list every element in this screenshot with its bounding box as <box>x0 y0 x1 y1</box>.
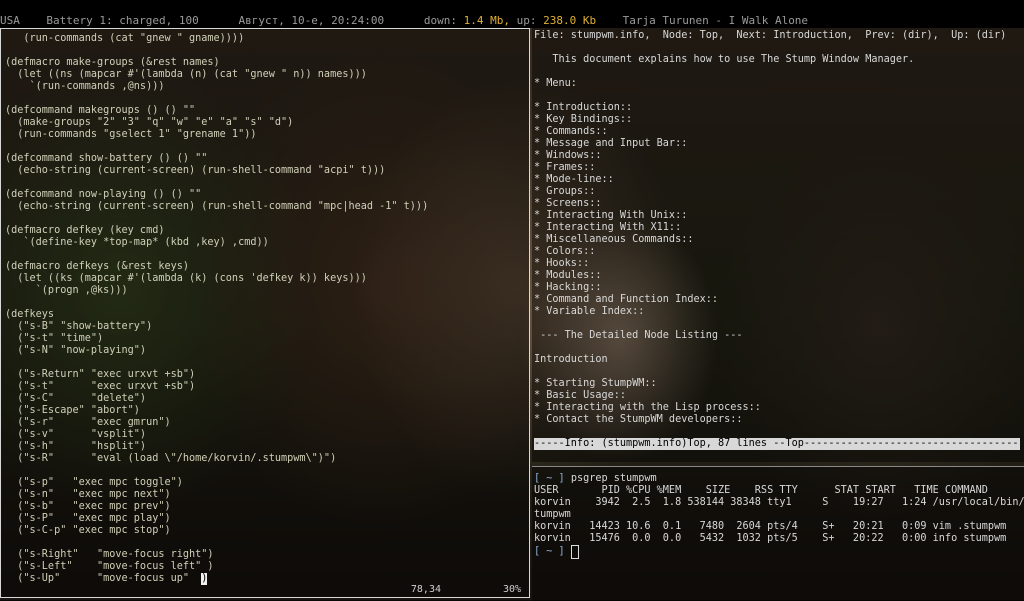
info-line: File: stumpwm.info, Node: Top, Next: Int… <box>534 30 1007 41</box>
info-menu-item[interactable]: * Windows:: <box>534 150 601 161</box>
info-menu-item[interactable]: * Basic Usage:: <box>534 390 626 401</box>
code-line: ("s-P" "exec mpc play") <box>5 513 171 524</box>
code-line: ("s-p" "exec mpc toggle") <box>5 477 183 488</box>
info-menu-item[interactable]: * Commands:: <box>534 126 608 137</box>
net-down-label: down: <box>423 14 458 27</box>
editor-status-line: 78,34 30% <box>1 583 529 597</box>
code-line: (defcommand show-battery () () "" <box>5 153 208 164</box>
code-line: (defcommand now-playing () () "" <box>5 189 202 200</box>
code-line: `(define-key *top-map* (kbd ,key) ,cmd)) <box>5 237 269 248</box>
code-line: (defmacro defkeys (&rest keys) <box>5 261 190 272</box>
info-menu-item[interactable]: * Contact the StumpWM developers:: <box>534 414 743 425</box>
info-line: --- The Detailed Node Listing --- <box>534 330 743 341</box>
battery-status: Battery 1: charged, 100 <box>46 14 199 27</box>
code-line: ("s-t" "exec urxvt +sb") <box>5 381 196 392</box>
info-menu-item[interactable]: * Hacking:: <box>534 282 601 293</box>
scroll-percent: 30% <box>502 584 521 595</box>
code-line: (defcommand makegroups () () "" <box>5 105 196 116</box>
code-line: ("s-Left" "move-focus left" ) <box>5 561 214 572</box>
code-line: ("s-B" "show-battery") <box>5 321 153 332</box>
info-menu-item[interactable]: * Screens:: <box>534 198 601 209</box>
code-line: ("s-N" "now-playing") <box>5 345 147 356</box>
shell-cursor <box>570 545 579 559</box>
info-menu-item[interactable]: * Modules:: <box>534 270 601 281</box>
shell-output-line: korvin 15476 0.0 0.0 5432 1032 pts/5 S+ … <box>534 533 1007 544</box>
info-menu-item[interactable]: * Starting StumpWM:: <box>534 378 657 389</box>
info-line: Introduction <box>534 354 608 365</box>
stumpwm-mode-line: 1 2 3 q w e a s d :: 0* urxvt 1- urxvt 2… <box>0 0 1024 14</box>
code-line: ("s-C" "delete") <box>5 393 147 404</box>
code-line: (echo-string (current-screen) (run-shell… <box>5 165 386 176</box>
now-playing: Tarja Turunen - I Walk Alone <box>622 14 809 27</box>
code-line: ("s-Right" "move-focus right") <box>5 549 214 560</box>
info-menu-item[interactable]: * Groups:: <box>534 186 595 197</box>
info-buffer[interactable]: File: stumpwm.info, Node: Top, Next: Int… <box>532 28 1024 426</box>
shell-output-line: tumpwm <box>534 509 571 520</box>
shell-output-line: USER PID %CPU %MEM SIZE RSS TTY STAT STA… <box>534 485 988 496</box>
editor-frame[interactable]: (run-commands (cat "gnew " gname)))) (de… <box>0 28 530 598</box>
info-menu-item[interactable]: * Introduction:: <box>534 102 632 113</box>
code-line: ("s-R" "eval (load \"/home/korvin/.stump… <box>5 453 337 464</box>
info-menu-item[interactable]: * Interacting With Unix:: <box>534 210 687 221</box>
info-frame[interactable]: File: stumpwm.info, Node: Top, Next: Int… <box>532 28 1024 462</box>
code-line: `(progn ,@ks))) <box>5 285 128 296</box>
code-line: ("s-h" "hsplit") <box>5 441 147 452</box>
net-down-value: 1.4 Mb, <box>463 14 511 27</box>
info-mode-line: -----Info: (stumpwm.info)Top, 87 lines -… <box>534 438 1020 450</box>
shell-command: psgrep stumpwm <box>570 473 657 484</box>
net-up-value: 238.0 Kb <box>543 14 597 27</box>
code-line: ("s-Escape" "abort") <box>5 405 140 416</box>
keyboard-layout: USA <box>0 14 20 27</box>
code-line: (run-commands "gselect 1" "grename 1")) <box>5 129 257 140</box>
cursor-position: 78,34 <box>410 584 441 595</box>
shell-output-line: korvin 14423 10.6 0.1 7480 2604 pts/4 S+… <box>534 521 1007 532</box>
shell-buffer[interactable]: [ ~ ] psgrep stumpwm USER PID %CPU %MEM … <box>532 467 1024 559</box>
datetime: Август, 10-е, 20:24:00 <box>238 14 385 27</box>
shell-prompt: [ ~ ] <box>534 546 571 557</box>
code-line: ("s-C-p" "exec mpc stop") <box>5 525 171 536</box>
info-menu-item[interactable]: * Key Bindings:: <box>534 114 632 125</box>
info-menu-item[interactable]: * Command and Function Index:: <box>534 294 718 305</box>
info-menu-item[interactable]: * Variable Index:: <box>534 306 644 317</box>
info-menu-item[interactable]: * Message and Input Bar:: <box>534 138 687 149</box>
info-menu-item[interactable]: * Miscellaneous Commands:: <box>534 234 693 245</box>
code-line: `(run-commands ,@ns))) <box>5 81 165 92</box>
info-menu-item[interactable]: * Colors:: <box>534 246 595 257</box>
info-menu-item[interactable]: * Hooks:: <box>534 258 589 269</box>
info-menu-item[interactable]: * Interacting With X11:: <box>534 222 681 233</box>
code-line: (run-commands (cat "gnew " gname)))) <box>5 33 245 44</box>
code-line: (defmacro defkey (key cmd) <box>5 225 165 236</box>
info-line: This document explains how to use The St… <box>534 54 915 65</box>
info-menu-item[interactable]: * Mode-line:: <box>534 174 614 185</box>
info-menu-item[interactable]: * Interacting with the Lisp process:: <box>534 402 761 413</box>
code-line: (defkeys <box>5 309 55 320</box>
code-line: ("s-v" "vsplit") <box>5 429 147 440</box>
code-line: (make-groups "2" "3" "q" "w" "e" "a" "s"… <box>5 117 294 128</box>
code-line: (echo-string (current-screen) (run-shell… <box>5 201 429 212</box>
code-line: ("s-Return" "exec urxvt +sb") <box>5 369 196 380</box>
shell-output-line: korvin 3942 2.5 1.8 538144 38348 tty1 S … <box>534 497 1024 508</box>
code-line: ("s-n" "exec mpc next") <box>5 489 171 500</box>
lisp-code-buffer[interactable]: (run-commands (cat "gnew " gname)))) (de… <box>1 29 529 585</box>
code-line: ("s-t" "time") <box>5 333 104 344</box>
net-up-label: up: <box>516 14 537 27</box>
shell-frame[interactable]: [ ~ ] psgrep stumpwm USER PID %CPU %MEM … <box>532 466 1024 601</box>
shell-prompt: [ ~ ] <box>534 473 571 484</box>
code-line: (defmacro make-groups (&rest names) <box>5 57 220 68</box>
info-menu-item[interactable]: * Frames:: <box>534 162 595 173</box>
code-line: ("s-r" "exec gmrun") <box>5 417 171 428</box>
code-line: (let ((ns (mapcar #'(lambda (n) (cat "gn… <box>5 69 367 80</box>
status-line: USA Battery 1: charged, 100 Август, 10-е… <box>0 14 1024 28</box>
info-line: * Menu: <box>534 78 577 89</box>
code-line: ("s-b" "exec mpc prev") <box>5 501 171 512</box>
code-line: (let ((ks (mapcar #'(lambda (k) (cons 'd… <box>5 273 367 284</box>
